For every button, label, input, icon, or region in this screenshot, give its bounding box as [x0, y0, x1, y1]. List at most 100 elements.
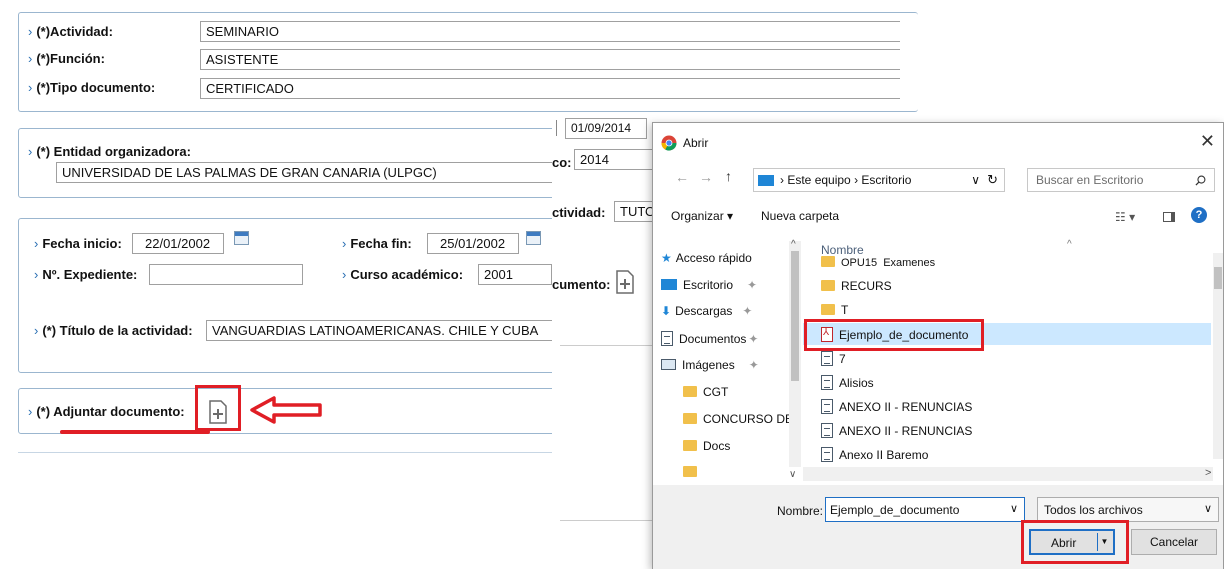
up-arrow-icon[interactable]: ↑: [725, 168, 732, 184]
sidebar-item-acceso-rapido[interactable]: ★ Acceso rápido: [661, 251, 752, 271]
folder-icon: [683, 413, 697, 424]
calendar-icon[interactable]: [526, 231, 541, 245]
adjuntar-highlight: [195, 385, 241, 431]
list-scroll-thumb[interactable]: [1214, 267, 1222, 289]
star-icon: ★: [661, 251, 672, 265]
chevron-down-icon[interactable]: ∨: [1204, 502, 1212, 515]
filename-label: Nombre:: [777, 504, 824, 518]
address-sep: ›: [780, 173, 784, 187]
entidad-field[interactable]: UNIVERSIDAD DE LAS PALMAS DE GRAN CANARI…: [56, 162, 556, 183]
chevron-down-icon[interactable]: ∨: [1010, 502, 1018, 515]
funcion-field[interactable]: ASISTENTE: [200, 49, 900, 70]
curso-academico-label: › Curso académico:: [342, 267, 464, 282]
pin-icon: ✦: [747, 278, 758, 292]
scroll-down-icon[interactable]: ∨: [789, 469, 796, 480]
document-icon: [821, 447, 833, 462]
sidebar-scroll-thumb[interactable]: [791, 251, 799, 381]
selected-file-highlight: [804, 319, 984, 351]
fecha-inicio-label: › Fecha inicio:: [34, 236, 122, 251]
back-arrow-icon[interactable]: ←: [675, 169, 689, 185]
fecha-inicio-field[interactable]: 22/01/2002: [132, 233, 224, 254]
folder-icon: [821, 256, 835, 267]
address-sep: ›: [854, 173, 859, 187]
adjuntar-underline: [60, 430, 210, 434]
sidebar-item-cgt[interactable]: CGT: [683, 385, 728, 405]
address-bar[interactable]: › Este equipo › Escritorio ∨ ↻: [753, 168, 1005, 192]
funcion-label: › (*)Función:: [28, 51, 105, 66]
chevron-down-icon[interactable]: ∨: [971, 173, 980, 187]
curso-academico-field[interactable]: 2001: [478, 264, 552, 285]
bg-actividad-field: TUTO: [614, 201, 652, 222]
scroll-up-icon[interactable]: ^: [791, 239, 796, 250]
scroll-right-icon[interactable]: >: [1205, 467, 1211, 479]
fecha-fin-field[interactable]: 25/01/2002: [427, 233, 519, 254]
cancel-button[interactable]: Cancelar: [1131, 529, 1217, 555]
file-type-select[interactable]: Todos los archivos ∨: [1037, 497, 1219, 522]
expediente-field[interactable]: [149, 264, 303, 285]
titulo-label: › (*) Título de la actividad:: [34, 323, 193, 338]
titulo-field[interactable]: VANGUARDIAS LATINOAMERICANAS. CHILE Y CU…: [206, 320, 554, 341]
bg-date-field: 01/09/2014: [565, 118, 647, 139]
actividad-field[interactable]: SEMINARIO: [200, 21, 900, 42]
pin-icon: ✦: [748, 332, 759, 346]
document-icon: [821, 399, 833, 414]
background-window: [552, 118, 652, 569]
bg-add-document-icon: [616, 270, 634, 294]
refresh-icon[interactable]: ↻: [987, 172, 998, 188]
list-item[interactable]: 7: [821, 351, 846, 371]
new-folder-button[interactable]: Nueva carpeta: [761, 209, 839, 223]
download-icon: ⬇: [661, 304, 672, 318]
search-icon: [1195, 175, 1206, 186]
document-icon: [661, 331, 673, 346]
sidebar-item-imagenes[interactable]: Imágenes ✦: [661, 358, 759, 378]
adjuntar-label: › (*) Adjuntar documento:: [28, 404, 185, 419]
tipo-documento-field[interactable]: CERTIFICADO: [200, 78, 900, 99]
list-item[interactable]: ANEXO II - RENUNCIAS: [821, 399, 972, 419]
chrome-icon: [661, 135, 677, 151]
sort-up-icon: ^: [1067, 239, 1072, 250]
bg-divider: [560, 345, 652, 346]
sidebar-item-concurso[interactable]: CONCURSO DE T: [683, 412, 793, 432]
list-item[interactable]: Anexo II Baremo: [821, 447, 928, 467]
close-icon[interactable]: ✕: [1200, 131, 1215, 152]
list-item[interactable]: RECURS: [821, 279, 892, 299]
list-item[interactable]: ANEXO II - RENUNCIAS: [821, 423, 972, 443]
expediente-label: › Nº. Expediente:: [34, 267, 138, 282]
document-icon: [821, 351, 833, 366]
folder-icon: [683, 440, 697, 451]
desktop-icon: [758, 175, 774, 186]
list-item[interactable]: OPU15_Examenes: [821, 255, 935, 267]
folder-icon: [821, 304, 835, 315]
search-input[interactable]: Buscar en Escritorio: [1027, 168, 1215, 192]
sidebar-item-escritorio[interactable]: Escritorio ✦: [661, 278, 757, 298]
horizontal-scrollbar[interactable]: [803, 467, 1213, 481]
folder-icon: [683, 386, 697, 397]
document-icon: [821, 375, 833, 390]
folder-icon: [821, 280, 835, 291]
document-icon: [821, 423, 833, 438]
calendar-icon[interactable]: [234, 231, 249, 245]
filename-input[interactable]: Ejemplo_de_documento ∨: [825, 497, 1025, 522]
tipo-documento-label: › (*)Tipo documento:: [28, 80, 156, 95]
bg-co-label: co:: [552, 155, 572, 170]
view-options-icon[interactable]: ☷ ▾: [1115, 210, 1135, 224]
pin-icon: ✦: [748, 358, 759, 372]
organize-menu[interactable]: Organizar ▾: [671, 209, 733, 223]
address-crumb-equipo[interactable]: Este equipo: [787, 173, 850, 187]
sidebar-item-documentos[interactable]: Documentos ✦: [661, 331, 758, 351]
help-icon[interactable]: ?: [1191, 207, 1207, 223]
bg-documento-label: cumento:: [552, 277, 611, 292]
sidebar-item-docs[interactable]: Docs: [683, 439, 730, 459]
bg-co-field: 2014: [574, 149, 652, 170]
forward-arrow-icon[interactable]: →: [699, 169, 713, 185]
list-item[interactable]: Alisios: [821, 375, 874, 395]
fecha-fin-label: › Fecha fin:: [342, 236, 412, 251]
sidebar-item-descargas[interactable]: ⬇ Descargas ✦: [661, 304, 752, 324]
bg-actividad-label: ctividad:: [552, 205, 606, 220]
folder-icon: [683, 466, 697, 477]
preview-pane-icon[interactable]: [1163, 212, 1175, 222]
bg-divider: [560, 520, 652, 521]
address-crumb-escritorio[interactable]: Escritorio: [861, 173, 911, 187]
sidebar-item-folder[interactable]: [683, 465, 703, 479]
image-icon: [661, 359, 676, 370]
